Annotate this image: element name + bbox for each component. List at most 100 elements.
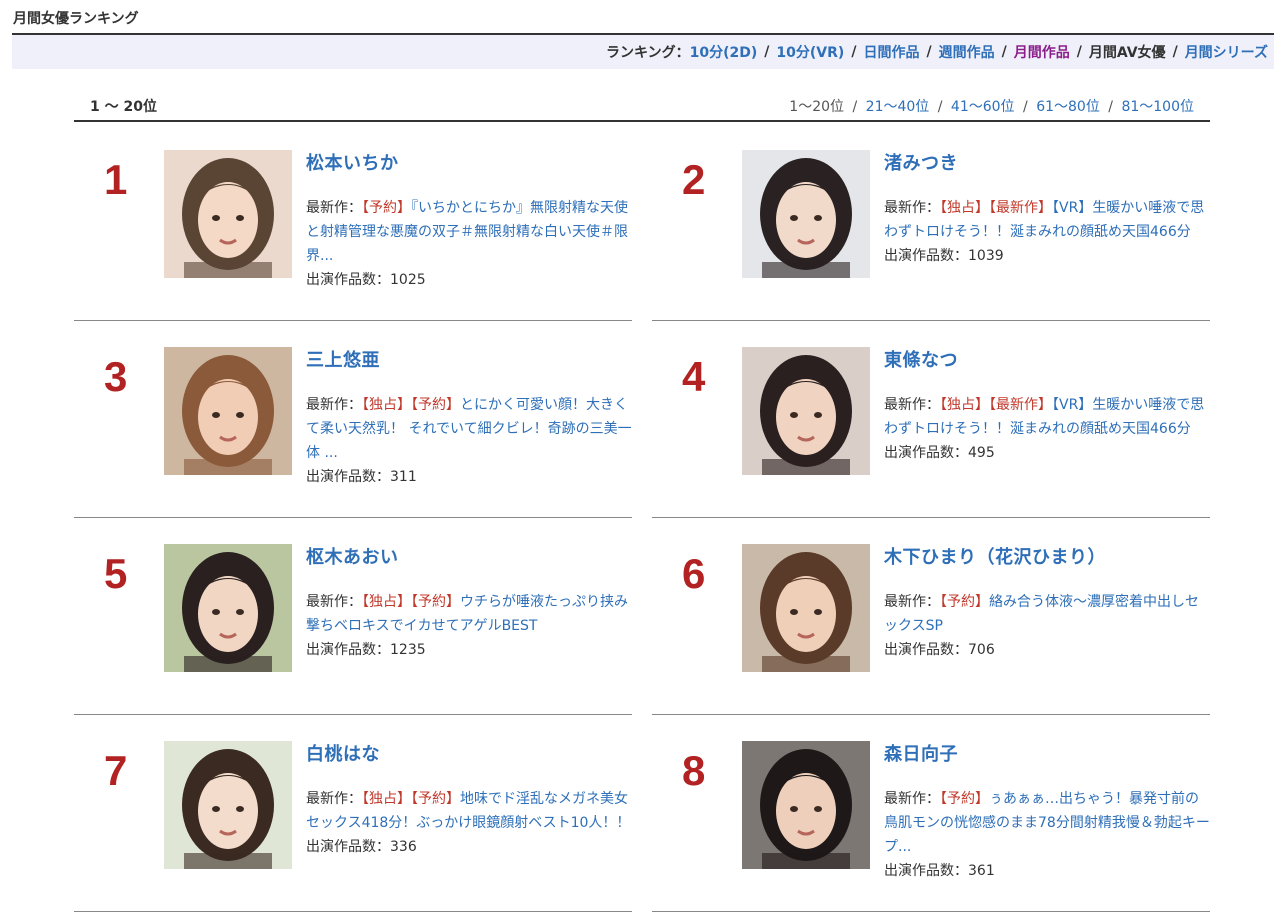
works-count-label: 出演作品数： (884, 863, 968, 879)
rank-number: 5 (104, 550, 128, 597)
work-tag: 【独占】 (362, 594, 411, 610)
works-count-label: 出演作品数： (884, 642, 968, 658)
latest-work: 最新作：【独占】【予約】とにかく可愛い顔！大きくて柔い天然乳！ それでいて細クビ… (306, 393, 632, 465)
range-current-heading: 1 ～ 20位 (90, 99, 157, 115)
actress-name-link[interactable]: 木下ひまり（花沢ひまり） (884, 546, 1210, 570)
range-separator: / (1023, 99, 1028, 115)
works-count-value: 311 (390, 469, 417, 485)
range-separator: / (852, 99, 858, 115)
actress-name-link[interactable]: 渚みつき (884, 152, 1210, 176)
works-count: 出演作品数：1025 (306, 268, 632, 292)
actress-info: 白桃はな最新作：【独占】【予約】地味でド淫乱なメガネ美女セックス418分！ぶっか… (306, 743, 632, 859)
actress-info: 枢木あおい 最新作：【独占】【予約】ウチらが唾液たっぷり挟み撃ちベロキスでイカせて… (306, 546, 632, 662)
actress-photo[interactable] (164, 741, 292, 869)
actress-name-link[interactable]: 白桃はな (306, 743, 632, 767)
works-count-label: 出演作品数： (306, 272, 390, 288)
actress-name-link[interactable]: 森日向子 (884, 743, 1210, 767)
works-count: 出演作品数：706 (884, 638, 1210, 662)
actress-info: 渚みつき 最新作：【独占】【最新作】【VR】生暖かい唾液で思わずトロけそう！！涎ま… (884, 152, 1210, 268)
works-count: 出演作品数：311 (306, 465, 632, 489)
latest-work: 最新作：【独占】【予約】地味でド淫乱なメガネ美女セックス418分！ぶっかけ眼鏡顔… (306, 787, 632, 835)
range-link-81-100[interactable]: 81～100位 (1121, 99, 1194, 115)
latest-work: 最新作：【予約】絡み合う体液〜濃厚密着中出しセックスSP (884, 590, 1210, 638)
actress-info: 木下ひまり（花沢ひまり） 最新作：【予約】絡み合う体液〜濃厚密着中出しセックスSP… (884, 546, 1210, 662)
nav-10min-vr[interactable]: 10分(VR) (776, 42, 844, 62)
portrait-image (742, 741, 870, 869)
portrait-image (164, 741, 292, 869)
nav-monthly-works[interactable]: 月間作品 (1014, 42, 1070, 62)
actress-name-link[interactable]: 松本いちか (306, 152, 632, 176)
actress-card: 1 松本いちか 最新作：【予約】『いちかとにちか』無限射精な天使と射精管理な悪魔の双… (74, 124, 632, 321)
actress-card: 3 三上悠亜 最新作：【独占】【予約】とにかく可愛い顔！大きくて柔い天然乳！ それで… (74, 321, 632, 518)
actress-photo[interactable] (742, 347, 870, 475)
latest-work-label: 最新作： (306, 594, 362, 610)
works-count-value: 495 (968, 445, 995, 461)
portrait-image (742, 150, 870, 278)
nav-monthly-actresses-current: 月間AV女優 (1088, 45, 1166, 61)
rank-number: 6 (682, 550, 706, 597)
work-tag: 【独占】 (362, 397, 411, 413)
works-count-value: 1235 (390, 642, 426, 658)
actress-name-link[interactable]: 枢木あおい (306, 546, 632, 570)
works-count-value: 706 (968, 642, 995, 658)
portrait-image (164, 347, 292, 475)
latest-work-label: 最新作： (306, 200, 362, 216)
actress-info: 松本いちか 最新作：【予約】『いちかとにちか』無限射精な天使と射精管理な悪魔の双子… (306, 152, 632, 292)
work-vr-tag: 【VR】 (1052, 397, 1093, 413)
actress-photo[interactable] (164, 544, 292, 672)
nav-separator: / (1172, 44, 1178, 60)
actress-photo[interactable] (742, 150, 870, 278)
nav-monthly-series[interactable]: 月間シリーズ (1185, 42, 1268, 62)
range-link-21-40[interactable]: 21～40位 (866, 99, 930, 115)
range-separator: / (1108, 99, 1113, 115)
works-count-label: 出演作品数： (306, 642, 390, 658)
nav-separator: / (1001, 44, 1007, 60)
work-tag: 【予約】 (940, 791, 989, 807)
works-count-label: 出演作品数： (884, 445, 968, 461)
rank-number: 2 (682, 156, 706, 203)
nav-daily-works[interactable]: 日間作品 (863, 42, 919, 62)
works-count: 出演作品数：1039 (884, 244, 1210, 268)
works-count-value: 1039 (968, 248, 1004, 264)
work-tag: 【独占】 (940, 397, 989, 413)
work-tag: 【予約】 (411, 594, 460, 610)
latest-work-label: 最新作： (884, 791, 940, 807)
latest-work-label: 最新作： (306, 397, 362, 413)
ranking-nav-bar: ランキング： 10分(2D) / 10分(VR) / 日間作品 / 週間作品 /… (12, 35, 1274, 69)
actress-photo[interactable] (164, 150, 292, 278)
works-count-value: 336 (390, 839, 417, 855)
actress-info: 東條なつ 最新作：【独占】【最新作】【VR】生暖かい唾液で思わずトロけそう！！涎ま… (884, 349, 1210, 465)
work-tag: 【予約】 (411, 791, 460, 807)
works-count-label: 出演作品数： (884, 248, 968, 264)
latest-work-label: 最新作： (884, 397, 940, 413)
range-link-1-20-current: 1～20位 (789, 99, 845, 115)
works-count: 出演作品数：336 (306, 835, 632, 859)
actress-card: 2 渚みつき 最新作：【独占】【最新作】【VR】生暖かい唾液で思わずトロけそう！！涎… (652, 124, 1210, 321)
work-tag: 【最新作】 (989, 397, 1052, 413)
nav-separator: / (851, 44, 857, 60)
work-tag: 【独占】 (362, 791, 411, 807)
ranking-nav-label: ランキング： (606, 45, 690, 61)
nav-separator: / (764, 44, 770, 60)
actress-photo[interactable] (742, 544, 870, 672)
works-count: 出演作品数：1235 (306, 638, 632, 662)
range-link-41-60[interactable]: 41～60位 (951, 99, 1015, 115)
nav-10min-2d[interactable]: 10分(2D) (690, 42, 758, 62)
actress-info: 森日向子 最新作：【予約】ぅあぁぁ…出ちゃう！暴発寸前の鳥肌モンの恍惚感のまま78… (884, 743, 1210, 883)
portrait-image (742, 544, 870, 672)
actress-photo[interactable] (742, 741, 870, 869)
actress-card: 8 森日向子 最新作：【予約】ぅあぁぁ…出ちゃう！暴発寸前の鳥肌モンの恍惚感のまま7… (652, 715, 1210, 912)
actress-name-link[interactable]: 東條なつ (884, 349, 1210, 373)
nav-weekly-works[interactable]: 週間作品 (939, 42, 995, 62)
rank-number: 4 (682, 353, 706, 400)
actress-photo[interactable] (164, 347, 292, 475)
actress-card: 5 枢木あおい 最新作：【独占】【予約】ウチらが唾液たっぷり挟み撃ちベロキスでイカせ… (74, 518, 632, 715)
actress-name-link[interactable]: 三上悠亜 (306, 349, 632, 373)
range-separator: / (937, 99, 943, 115)
range-pagination: 1～20位 / 21～40位 / 41～60位 / 61～80位 / 81～10… (789, 96, 1194, 116)
actress-card: 6 木下ひまり（花沢ひまり） 最新作：【予約】絡み合う体液〜濃厚密着中出しセックスS… (652, 518, 1210, 715)
latest-work-label: 最新作： (306, 791, 362, 807)
latest-work-label: 最新作： (884, 200, 940, 216)
works-count-label: 出演作品数： (306, 839, 390, 855)
range-link-61-80[interactable]: 61～80位 (1036, 99, 1100, 115)
